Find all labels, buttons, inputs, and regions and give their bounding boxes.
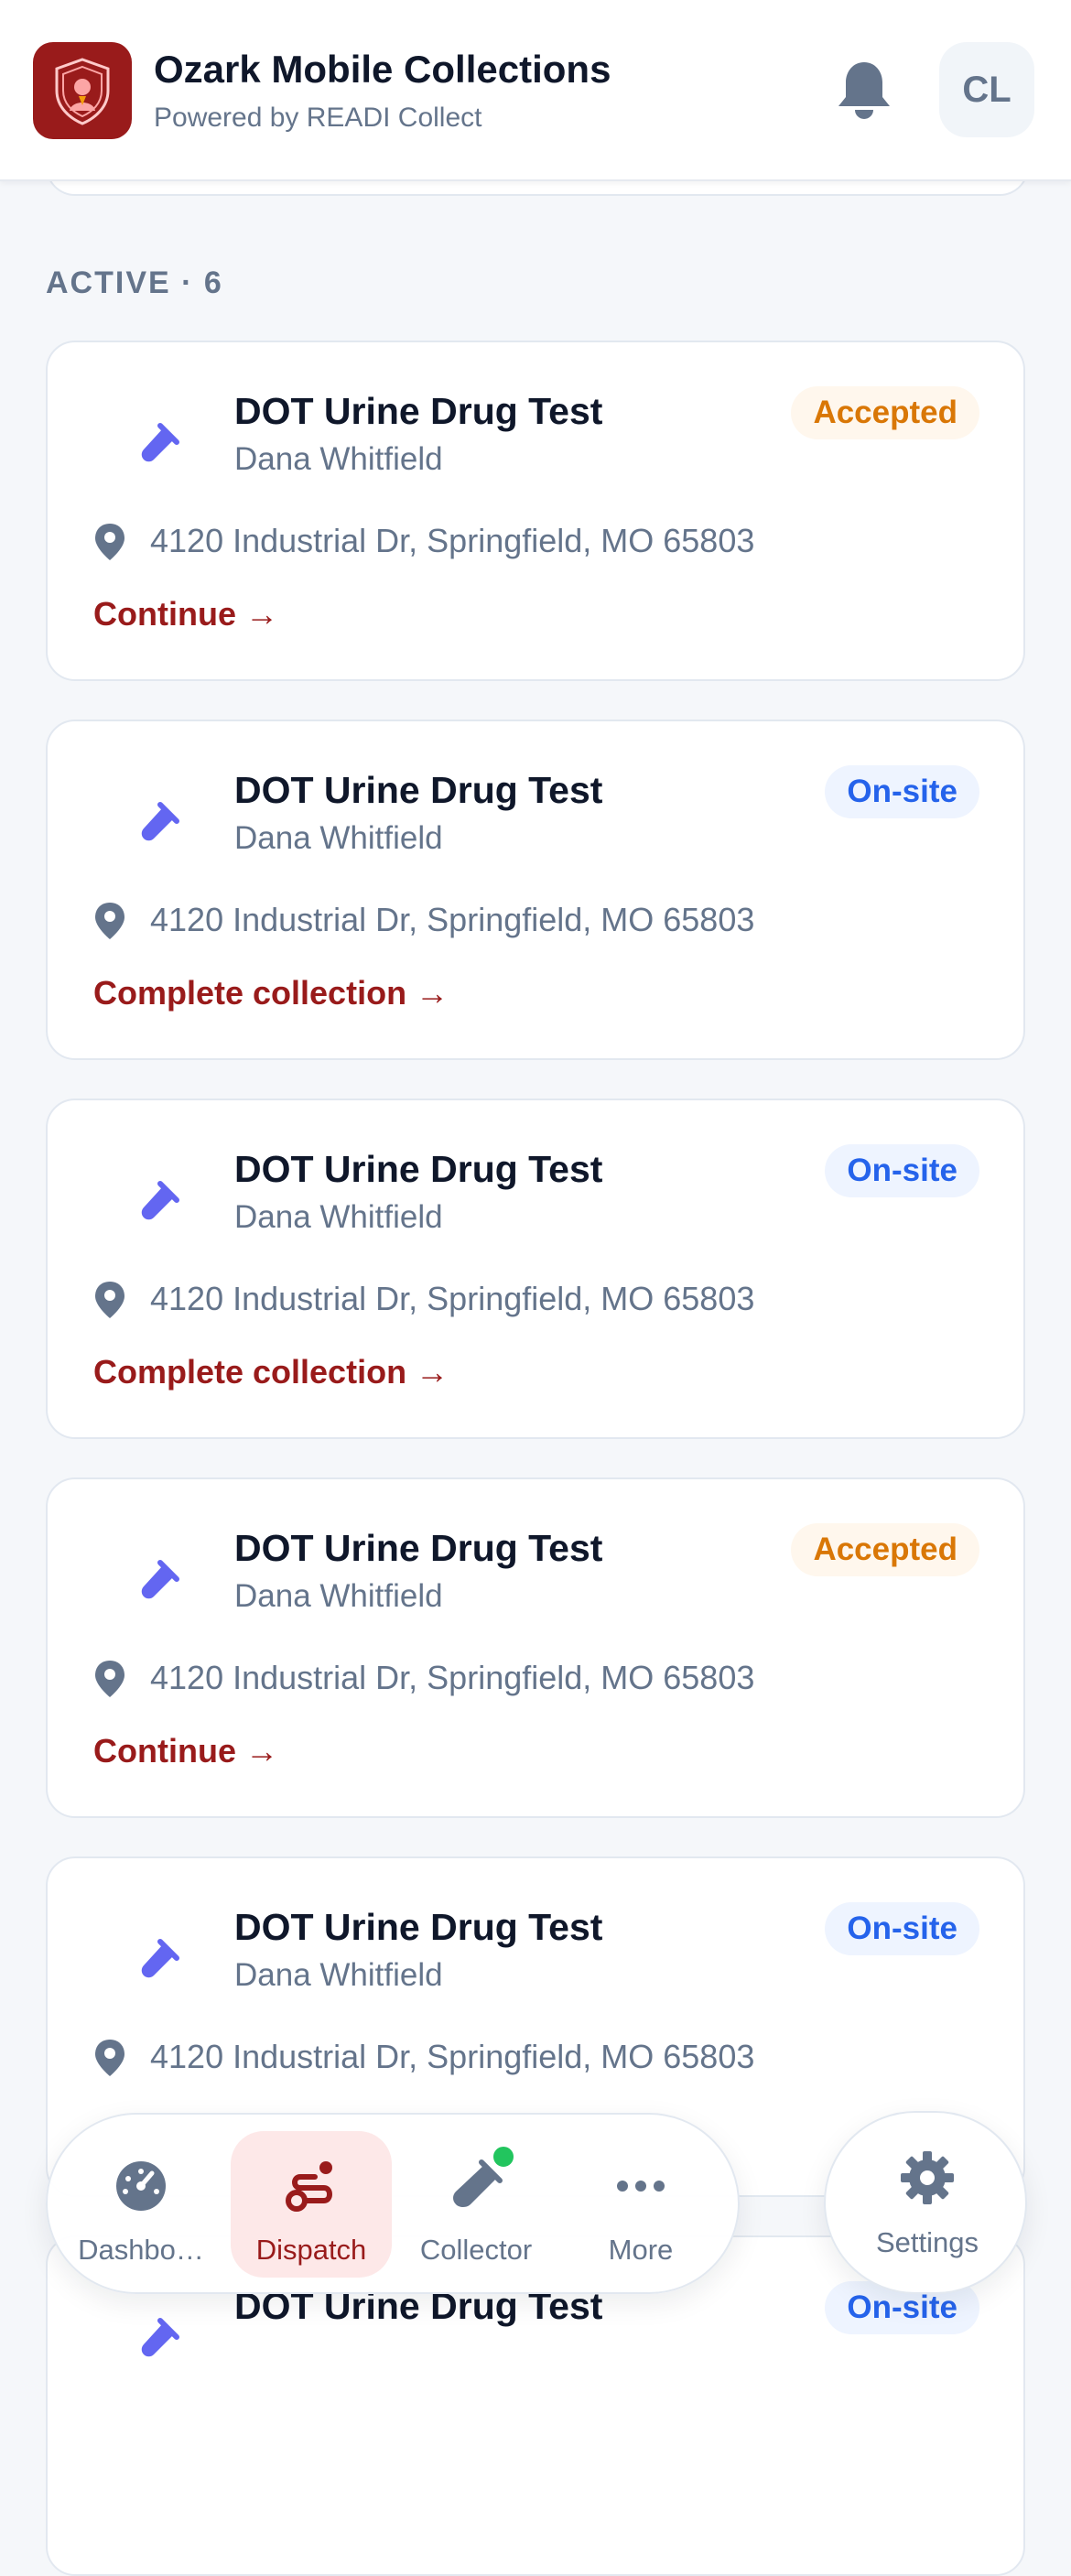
app-logo	[33, 42, 132, 139]
nav-label-collector: Collector	[419, 2234, 533, 2266]
job-person: Dana Whitfield	[234, 1199, 443, 1235]
job-title: DOT Urine Drug Test	[234, 1906, 603, 1948]
job-action-link[interactable]: Complete collection →	[93, 974, 449, 1012]
status-badge: On-site	[825, 765, 979, 818]
nav-item-collector[interactable]: Collector	[395, 2131, 557, 2278]
status-badge: Accepted	[791, 1523, 979, 1576]
job-card[interactable]: DOT Urine Drug Test Dana Whitfield Accepte…	[46, 341, 1025, 681]
status-badge: Accepted	[791, 386, 979, 439]
job-title: DOT Urine Drug Test	[234, 769, 603, 811]
job-person: Dana Whitfield	[234, 820, 443, 856]
section-label-active: ACTIVE · 6	[46, 265, 223, 300]
user-avatar[interactable]: CL	[939, 42, 1034, 137]
gear-icon	[901, 2151, 954, 2204]
job-title: DOT Urine Drug Test	[234, 1148, 603, 1190]
status-badge: On-site	[825, 1144, 979, 1197]
test-tube-icon	[141, 1939, 179, 1978]
job-card[interactable]: DOT Urine Drug Test Dana Whitfield Accepte…	[46, 1477, 1025, 1818]
test-tube-icon	[141, 2318, 179, 2357]
app-subtitle: Powered by READI Collect	[154, 103, 482, 133]
test-tube-icon	[141, 1560, 179, 1599]
bottom-navigation: Dashbo… Dispatch Collector More	[46, 2113, 740, 2294]
nav-label-dispatch: Dispatch	[255, 2234, 367, 2266]
route-icon	[286, 2161, 332, 2212]
job-address: 4120 Industrial Dr, Springfield, MO 6580…	[150, 2038, 755, 2075]
notifications-bell-icon[interactable]	[835, 59, 893, 119]
job-address: 4120 Industrial Dr, Springfield, MO 6580…	[150, 1659, 755, 1696]
settings-button[interactable]: Settings	[824, 2111, 1027, 2294]
job-card[interactable]: DOT Urine Drug Test Dana Whitfield On-site…	[46, 720, 1025, 1060]
job-card[interactable]: DOT Urine Drug Test Dana Whitfield On-site…	[46, 1099, 1025, 1439]
job-address: 4120 Industrial Dr, Springfield, MO 6580…	[150, 522, 755, 559]
settings-label: Settings	[875, 2226, 979, 2258]
job-person: Dana Whitfield	[234, 441, 443, 477]
location-pin-icon	[95, 903, 124, 939]
test-tube-icon	[141, 802, 179, 841]
test-tube-icon	[141, 1181, 179, 1220]
job-address: 4120 Industrial Dr, Springfield, MO 6580…	[150, 1280, 755, 1317]
app-header: Ozark Mobile Collections Powered by READ…	[0, 0, 1071, 181]
job-action-link[interactable]: Continue →	[93, 595, 278, 633]
nav-label-dashboard: Dashbo…	[78, 2234, 204, 2266]
gauge-icon	[116, 2161, 166, 2211]
job-address: 4120 Industrial Dr, Springfield, MO 6580…	[150, 901, 755, 938]
location-pin-icon	[95, 1282, 124, 1318]
location-pin-icon	[95, 2040, 124, 2076]
shield-logo-icon	[55, 58, 110, 125]
status-badge: On-site	[825, 1902, 979, 1955]
more-dots-icon	[617, 2181, 665, 2192]
test-tube-icon	[141, 423, 179, 462]
online-status-dot	[491, 2144, 516, 2170]
nav-item-more[interactable]: More	[560, 2131, 721, 2278]
job-action-link[interactable]: Complete collection →	[93, 1353, 449, 1391]
location-pin-icon	[95, 524, 124, 560]
job-action-link[interactable]: Continue →	[93, 1732, 278, 1770]
app-title: Ozark Mobile Collections	[154, 48, 611, 91]
nav-label-more: More	[608, 2234, 674, 2266]
nav-item-dispatch[interactable]: Dispatch	[231, 2131, 392, 2278]
job-person: Dana Whitfield	[234, 1957, 443, 1993]
job-title: DOT Urine Drug Test	[234, 1527, 603, 1569]
job-title: DOT Urine Drug Test	[234, 390, 603, 432]
nav-item-dashboard[interactable]: Dashbo…	[60, 2131, 222, 2278]
job-person: Dana Whitfield	[234, 1578, 443, 1614]
location-pin-icon	[95, 1661, 124, 1697]
